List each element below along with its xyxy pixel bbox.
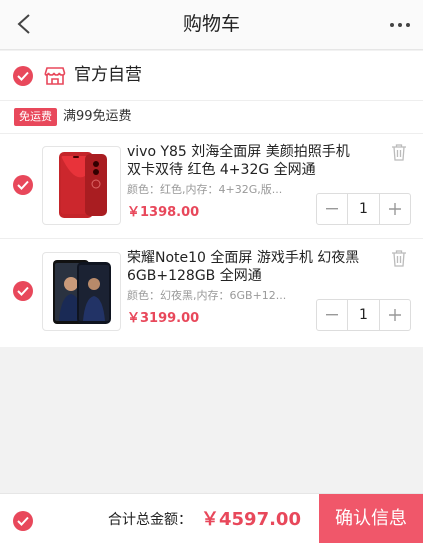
item-select-checkbox[interactable] xyxy=(13,175,33,195)
product-price: ￥1398.00 xyxy=(127,205,200,220)
store-name[interactable]: 官方自营 xyxy=(74,51,142,99)
phone-image xyxy=(58,151,107,218)
minus-icon xyxy=(326,314,338,316)
quantity-value[interactable]: 1 xyxy=(347,300,380,330)
increase-button[interactable] xyxy=(380,300,410,330)
total-label: 合计总金额： xyxy=(108,512,192,528)
check-icon xyxy=(17,71,29,81)
check-icon xyxy=(17,286,29,296)
decrease-button[interactable] xyxy=(317,300,347,330)
cart-item: vivo Y85 刘海全面屏 美颜拍照手机 双卡双待 红色 4+32G 全网通 … xyxy=(0,135,423,239)
product-spec: 颜色：红色,内存：4+32G,版... xyxy=(127,183,283,196)
store-section: 官方自营 免运费 满99免运费 vivo Y85 刘海全面屏 美颜拍照手机 双卡… xyxy=(0,51,423,347)
quantity-stepper: 1 xyxy=(316,299,411,331)
store-select-checkbox[interactable] xyxy=(13,66,33,86)
product-name[interactable]: vivo Y85 刘海全面屏 美颜拍照手机 双卡双待 红色 4+32G 全网通 xyxy=(127,143,367,179)
trash-icon[interactable] xyxy=(391,143,407,161)
store-header: 官方自营 xyxy=(0,51,423,101)
quantity-stepper: 1 xyxy=(316,193,411,225)
product-spec: 颜色：幻夜黑,内存：6GB+12... xyxy=(127,289,287,302)
trash-icon[interactable] xyxy=(391,249,407,267)
shop-icon xyxy=(44,67,66,85)
more-button[interactable] xyxy=(387,12,413,38)
product-image[interactable] xyxy=(42,252,121,331)
phone-image xyxy=(52,259,111,324)
decrease-button[interactable] xyxy=(317,194,347,224)
total-amount: ￥4597.00 xyxy=(201,509,301,530)
cart-item: 荣耀Note10 全面屏 游戏手机 幻夜黑 6GB+128GB 全网通 颜色：幻… xyxy=(0,241,423,345)
plus-icon xyxy=(389,309,401,321)
increase-button[interactable] xyxy=(380,194,410,224)
check-icon xyxy=(17,516,29,526)
check-icon xyxy=(17,180,29,190)
promo-text: 满99免运费 xyxy=(63,109,132,124)
free-shipping-tag: 免运费 xyxy=(14,108,57,126)
quantity-value[interactable]: 1 xyxy=(347,194,380,224)
more-dots-icon xyxy=(390,23,394,27)
minus-icon xyxy=(326,208,338,210)
product-image[interactable] xyxy=(42,146,121,225)
product-price: ￥3199.00 xyxy=(127,311,200,326)
checkout-bar: 合计总金额： ￥4597.00 确认信息 xyxy=(0,493,423,543)
promo-banner: 免运费 满99免运费 xyxy=(0,101,423,134)
plus-icon xyxy=(389,203,401,215)
item-select-checkbox[interactable] xyxy=(13,281,33,301)
page-title: 购物车 xyxy=(182,13,240,35)
confirm-button[interactable]: 确认信息 xyxy=(319,494,423,543)
select-all-checkbox[interactable] xyxy=(13,511,33,531)
nav-header: 购物车 xyxy=(0,0,423,50)
product-name[interactable]: 荣耀Note10 全面屏 游戏手机 幻夜黑 6GB+128GB 全网通 xyxy=(127,249,367,285)
